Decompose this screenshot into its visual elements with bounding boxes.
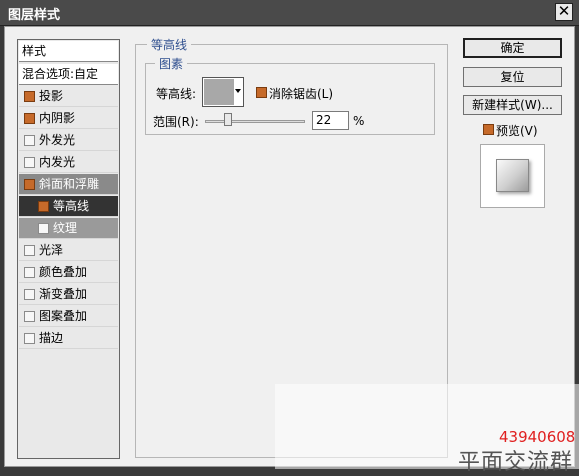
- window-title: 图层样式: [8, 8, 61, 23]
- satin-checkbox[interactable]: [24, 245, 35, 256]
- contour-picker[interactable]: [202, 77, 244, 107]
- stroke-checkbox[interactable]: [24, 333, 35, 344]
- contour-curve-preview: [204, 79, 234, 105]
- style-item-drop-shadow[interactable]: 投影: [19, 86, 118, 107]
- blend-options-item[interactable]: 混合选项:自定: [19, 64, 118, 85]
- style-item-label: 图案叠加: [39, 309, 88, 323]
- style-item-contour[interactable]: 等高线: [19, 196, 118, 217]
- contour-checkbox[interactable]: [38, 201, 49, 212]
- contour-label: 等高线:: [156, 87, 197, 101]
- pattern-overlay-checkbox[interactable]: [24, 311, 35, 322]
- style-list: 样式 混合选项:自定 投影 内阴影 外发光 内发光 斜面和浮雕 等高线 纹理 光…: [17, 39, 120, 459]
- range-slider-thumb[interactable]: [224, 113, 232, 126]
- ok-button[interactable]: 确定: [463, 38, 562, 58]
- range-label: 范围(R):: [153, 115, 199, 129]
- style-item-label: 外发光: [39, 133, 76, 147]
- style-item-label: 光泽: [39, 243, 64, 257]
- style-item-label: 等高线: [53, 199, 90, 213]
- drop-shadow-checkbox[interactable]: [24, 91, 35, 102]
- chevron-down-icon[interactable]: [235, 89, 241, 93]
- contour-group-title: 等高线: [147, 36, 192, 53]
- style-item-bevel-emboss[interactable]: 斜面和浮雕: [19, 174, 118, 195]
- color-overlay-checkbox[interactable]: [24, 267, 35, 278]
- antialias-label: 消除锯齿(L): [269, 87, 334, 101]
- range-slider-track[interactable]: [205, 120, 305, 123]
- watermark-text: 平面交流群: [458, 450, 574, 475]
- style-item-satin[interactable]: 光泽: [19, 240, 118, 261]
- elements-group-title: 图素: [155, 55, 188, 72]
- style-item-label: 投影: [39, 89, 64, 103]
- gradient-overlay-checkbox[interactable]: [24, 289, 35, 300]
- style-item-label: 渐变叠加: [39, 287, 88, 301]
- style-item-label: 斜面和浮雕: [39, 177, 100, 191]
- style-item-inner-shadow[interactable]: 内阴影: [19, 108, 118, 129]
- style-item-color-overlay[interactable]: 颜色叠加: [19, 262, 118, 283]
- style-item-label: 内发光: [39, 155, 76, 169]
- style-item-texture[interactable]: 纹理: [19, 218, 118, 239]
- close-button[interactable]: ✕: [555, 3, 573, 21]
- style-item-inner-glow[interactable]: 内发光: [19, 152, 118, 173]
- style-item-outer-glow[interactable]: 外发光: [19, 130, 118, 151]
- style-preview: [480, 144, 545, 208]
- style-item-label: 内阴影: [39, 111, 76, 125]
- range-unit: %: [353, 114, 365, 128]
- reset-button[interactable]: 复位: [463, 67, 562, 87]
- new-style-button[interactable]: 新建样式(W)...: [463, 95, 562, 115]
- bevel-emboss-checkbox[interactable]: [24, 179, 35, 190]
- style-item-label: 颜色叠加: [39, 265, 88, 279]
- texture-checkbox[interactable]: [38, 223, 49, 234]
- style-item-label: 描边: [39, 331, 64, 345]
- preview-label: 预览(V): [496, 124, 538, 138]
- close-icon: ✕: [557, 2, 571, 20]
- preview-checkbox[interactable]: [483, 124, 494, 135]
- preview-swatch: [496, 159, 529, 192]
- antialias-checkbox[interactable]: [256, 87, 267, 98]
- inner-glow-checkbox[interactable]: [24, 157, 35, 168]
- title-bar: 图层样式 ✕: [0, 0, 579, 26]
- style-item-label: 纹理: [53, 221, 78, 235]
- range-input[interactable]: 22: [312, 111, 349, 130]
- style-item-stroke[interactable]: 描边: [19, 328, 118, 349]
- inner-shadow-checkbox[interactable]: [24, 113, 35, 124]
- style-list-header[interactable]: 样式: [19, 41, 118, 62]
- outer-glow-checkbox[interactable]: [24, 135, 35, 146]
- style-item-gradient-overlay[interactable]: 渐变叠加: [19, 284, 118, 305]
- style-item-pattern-overlay[interactable]: 图案叠加: [19, 306, 118, 327]
